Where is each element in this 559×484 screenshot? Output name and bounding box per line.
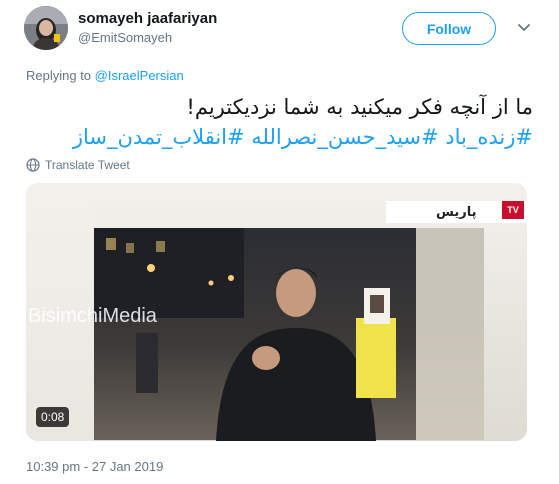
author-name[interactable]: somayeh jaafariyan [78, 10, 217, 27]
tweet-hashtags[interactable]: #زنده_باد #سید_حسن_نصرالله #انقلاب_تمدن_… [23, 122, 533, 152]
video-watermark: BisimchiMedia [28, 305, 157, 327]
reply-to-link[interactable]: @IsraelPersian [95, 68, 184, 83]
video-city-label: پاریس [436, 205, 477, 220]
tweet-timestamp[interactable]: 10:39 pm - 27 Jan 2019 [26, 459, 163, 474]
avatar[interactable] [24, 6, 68, 50]
follow-button[interactable]: Follow [402, 12, 496, 45]
channel-logo: TV [502, 201, 524, 219]
tweet-text: ما از آنچه فکر میکنید به شما نزدیکتریم! … [23, 92, 533, 152]
reply-prefix: Replying to [26, 68, 95, 83]
video-duration: 0:08 [36, 407, 70, 427]
reply-context: Replying to @IsraelPersian [26, 68, 184, 83]
translate-tweet[interactable]: Translate Tweet [26, 158, 130, 172]
chevron-down-icon[interactable] [516, 20, 532, 36]
translate-label: Translate Tweet [45, 158, 130, 172]
author-handle[interactable]: @EmitSomayeh [78, 30, 172, 45]
video-player[interactable]: BisimchiMedia پاریس TV 0:08 [26, 183, 527, 441]
globe-icon [26, 158, 40, 172]
tweet-line-1: ما از آنچه فکر میکنید به شما نزدیکتریم! [186, 95, 533, 119]
